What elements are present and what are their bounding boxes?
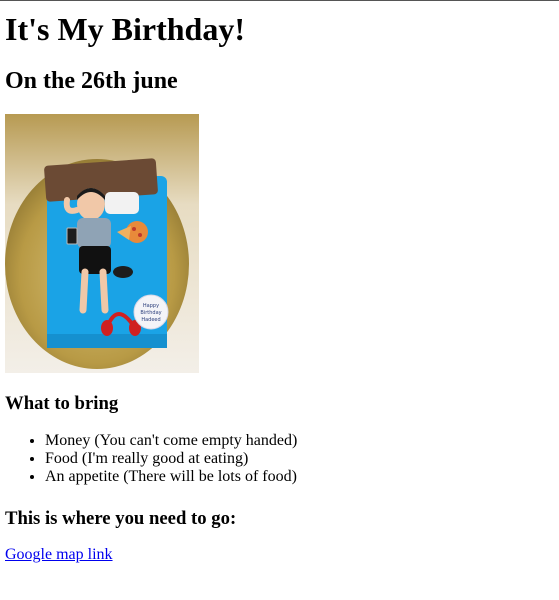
list-item: An appetite (There will be lots of food) bbox=[45, 468, 297, 486]
page-title: It's My Birthday! bbox=[5, 11, 245, 47]
svg-text:Birthday: Birthday bbox=[140, 310, 161, 316]
list-item: Money (You can't come empty handed) bbox=[45, 432, 297, 450]
svg-text:Hadeed: Hadeed bbox=[141, 317, 160, 323]
birthday-cake-image: Happy Birthday Hadeed bbox=[5, 114, 199, 373]
list-item: Food (I'm really good at eating) bbox=[45, 450, 297, 468]
google-map-link[interactable]: Google map link bbox=[5, 546, 113, 564]
what-to-bring-heading: What to bring bbox=[5, 393, 119, 414]
svg-text:Happy: Happy bbox=[143, 303, 159, 309]
date-heading: On the 26th june bbox=[5, 68, 178, 94]
where-to-go-heading: This is where you need to go: bbox=[5, 508, 237, 529]
bring-list: Money (You can't come empty handed) Food… bbox=[5, 432, 297, 486]
